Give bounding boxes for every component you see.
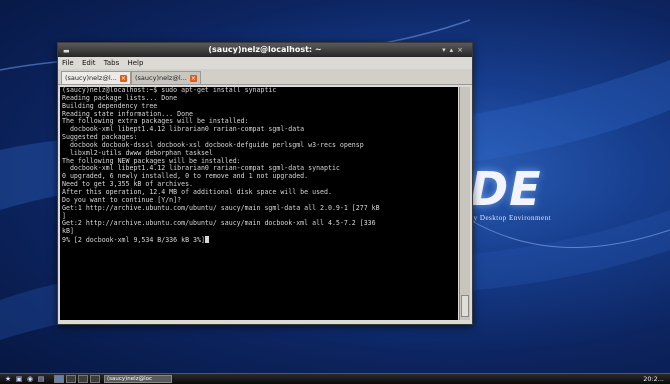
menu-file[interactable]: File xyxy=(62,59,74,67)
scrollbar-thumb[interactable] xyxy=(461,295,469,317)
tde-tagline: ...ity Desktop Environment xyxy=(462,214,552,222)
terminal-prompt-line: 9% [2 docbook-xml 9,534 B/336 kB 3%] xyxy=(60,236,458,244)
progress-text: 9% [2 docbook-xml 9,534 B/336 kB 3%] xyxy=(62,236,205,245)
window-titlebar[interactable]: ▬ (saucy)nelz@localhost: ~ ▾▴× xyxy=(58,43,472,57)
tab-bar: (saucy)nelz@l... × (saucy)nelz@l... × xyxy=(58,69,472,85)
close-tab-icon[interactable]: × xyxy=(189,75,197,82)
taskbar-task-terminal[interactable]: (saucy)nelz@loc xyxy=(104,375,172,383)
terminal-icon[interactable]: ▣ xyxy=(15,375,23,383)
terminal-window[interactable]: ▬ (saucy)nelz@localhost: ~ ▾▴× File Edit… xyxy=(57,42,473,325)
tab-terminal-2[interactable]: (saucy)nelz@l... × xyxy=(131,71,201,84)
desktop-pager-4[interactable] xyxy=(90,375,100,383)
close-icon[interactable]: × xyxy=(457,46,467,54)
maximize-icon[interactable]: ▴ xyxy=(450,46,458,54)
terminal-line: Get:2 http://archive.ubuntu.com/ubuntu/ … xyxy=(62,219,376,228)
window-title: (saucy)nelz@localhost: ~ xyxy=(208,45,322,54)
terminal-line: kB] xyxy=(62,227,74,236)
desktop-pager-3[interactable] xyxy=(78,375,88,383)
window-controls[interactable]: ▾▴× xyxy=(442,43,467,57)
browser-icon[interactable]: ◉ xyxy=(26,375,34,383)
menu-edit[interactable]: Edit xyxy=(82,59,96,67)
tab-label: (saucy)nelz@l... xyxy=(135,74,187,82)
menu-help[interactable]: Help xyxy=(127,59,143,67)
menubar: File Edit Tabs Help xyxy=(58,57,472,69)
tab-label: (saucy)nelz@l... xyxy=(65,74,117,82)
menu-tabs[interactable]: Tabs xyxy=(104,59,120,67)
desktop-pager-1[interactable] xyxy=(54,375,64,383)
tab-terminal-1[interactable]: (saucy)nelz@l... × xyxy=(61,71,131,84)
terminal-output[interactable]: (saucy)nelz@localhost:~$ sudo apt-get in… xyxy=(60,87,458,320)
minimize-icon[interactable]: ▾ xyxy=(442,46,450,54)
text-cursor xyxy=(204,236,209,244)
taskbar: ★ ▣ ◉ ▤ (saucy)nelz@loc 20:2... xyxy=(0,373,670,384)
folder-icon[interactable]: ▤ xyxy=(37,375,45,383)
terminal-line: Get:1 http://archive.ubuntu.com/ubuntu/ … xyxy=(62,203,380,212)
tde-logo: DE xyxy=(470,162,542,216)
terminal-scrollbar[interactable] xyxy=(459,87,470,320)
desktop-pager-2[interactable] xyxy=(66,375,76,383)
close-tab-icon[interactable]: × xyxy=(119,75,127,82)
menu-icon[interactable]: ★ xyxy=(4,375,12,383)
